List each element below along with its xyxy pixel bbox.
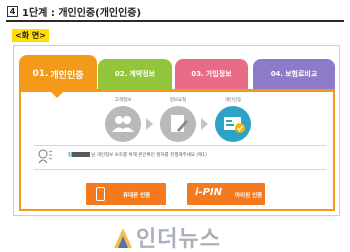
phone-auth-label: 휴대폰 인증 bbox=[123, 193, 151, 199]
ipin-logo: i-PIN bbox=[195, 187, 222, 198]
mobile-phone-icon bbox=[96, 187, 105, 201]
document-pen-icon bbox=[171, 115, 188, 132]
tab-label: 가입정보 bbox=[205, 70, 232, 78]
step-arrow-icon bbox=[146, 118, 153, 130]
tab-subscription-info[interactable]: 03. 가입정보 bbox=[175, 59, 248, 89]
active-tab-pointer bbox=[50, 91, 64, 98]
tab-number: 01. bbox=[32, 69, 49, 79]
heading-divider bbox=[6, 20, 344, 22]
tab-label: 계약정보 bbox=[129, 70, 156, 78]
step-arrow-icon bbox=[201, 118, 208, 130]
section-title: 1단계 : 개인인증(개인인증) bbox=[22, 7, 142, 19]
people-icon bbox=[112, 116, 134, 132]
id-card-check-icon bbox=[224, 117, 245, 133]
step-number-box: 4 bbox=[7, 5, 18, 17]
tab-label: 보험료비교 bbox=[285, 70, 318, 78]
ipin-auth-button[interactable]: i-PIN 아이핀 인증 bbox=[187, 183, 265, 205]
masked-name bbox=[72, 152, 91, 157]
personal-auth-step-icon bbox=[215, 106, 251, 142]
watermark-emblem-icon bbox=[114, 228, 132, 248]
section-heading: 4 1단계 : 개인인증(개인인증) bbox=[7, 4, 142, 19]
step-label-customer: 고객정보 bbox=[114, 98, 132, 103]
divider bbox=[34, 145, 326, 146]
info-request-step-icon bbox=[160, 106, 196, 142]
tab-contract-info[interactable]: 02. 계약정보 bbox=[98, 59, 172, 89]
tab-number: 03. bbox=[191, 70, 204, 78]
tab-premium-compare[interactable]: 04. 보험료비교 bbox=[253, 59, 335, 89]
screen-tag: <화 면> bbox=[12, 29, 49, 42]
watermark-logo: 인더뉴스 bbox=[112, 222, 221, 252]
notice-text: 님 개인정보 보호를 위해 본인확인 절차를 진행해주세요.(택1) bbox=[91, 153, 207, 158]
tab-number: 04. bbox=[270, 70, 284, 78]
ipin-auth-label: 아이핀 인증 bbox=[235, 193, 263, 199]
step-label-request: 정보요청 bbox=[169, 98, 187, 103]
divider bbox=[34, 169, 326, 170]
step-label-auth: 개인인증 bbox=[224, 98, 242, 103]
tab-number: 02. bbox=[114, 70, 128, 78]
tab-personal-auth[interactable]: 01. 개인인증 bbox=[19, 55, 97, 93]
tab-label: 개인인증 bbox=[50, 70, 84, 81]
speaking-person-icon bbox=[38, 149, 53, 164]
phone-auth-button[interactable]: 휴대폰 인증 bbox=[86, 183, 166, 205]
watermark-text: 인더뉴스 bbox=[136, 227, 221, 252]
customer-info-step-icon bbox=[105, 106, 141, 142]
auth-notice: 김님 개인정보 보호를 위해 본인확인 절차를 진행해주세요.(택1) bbox=[68, 152, 207, 158]
